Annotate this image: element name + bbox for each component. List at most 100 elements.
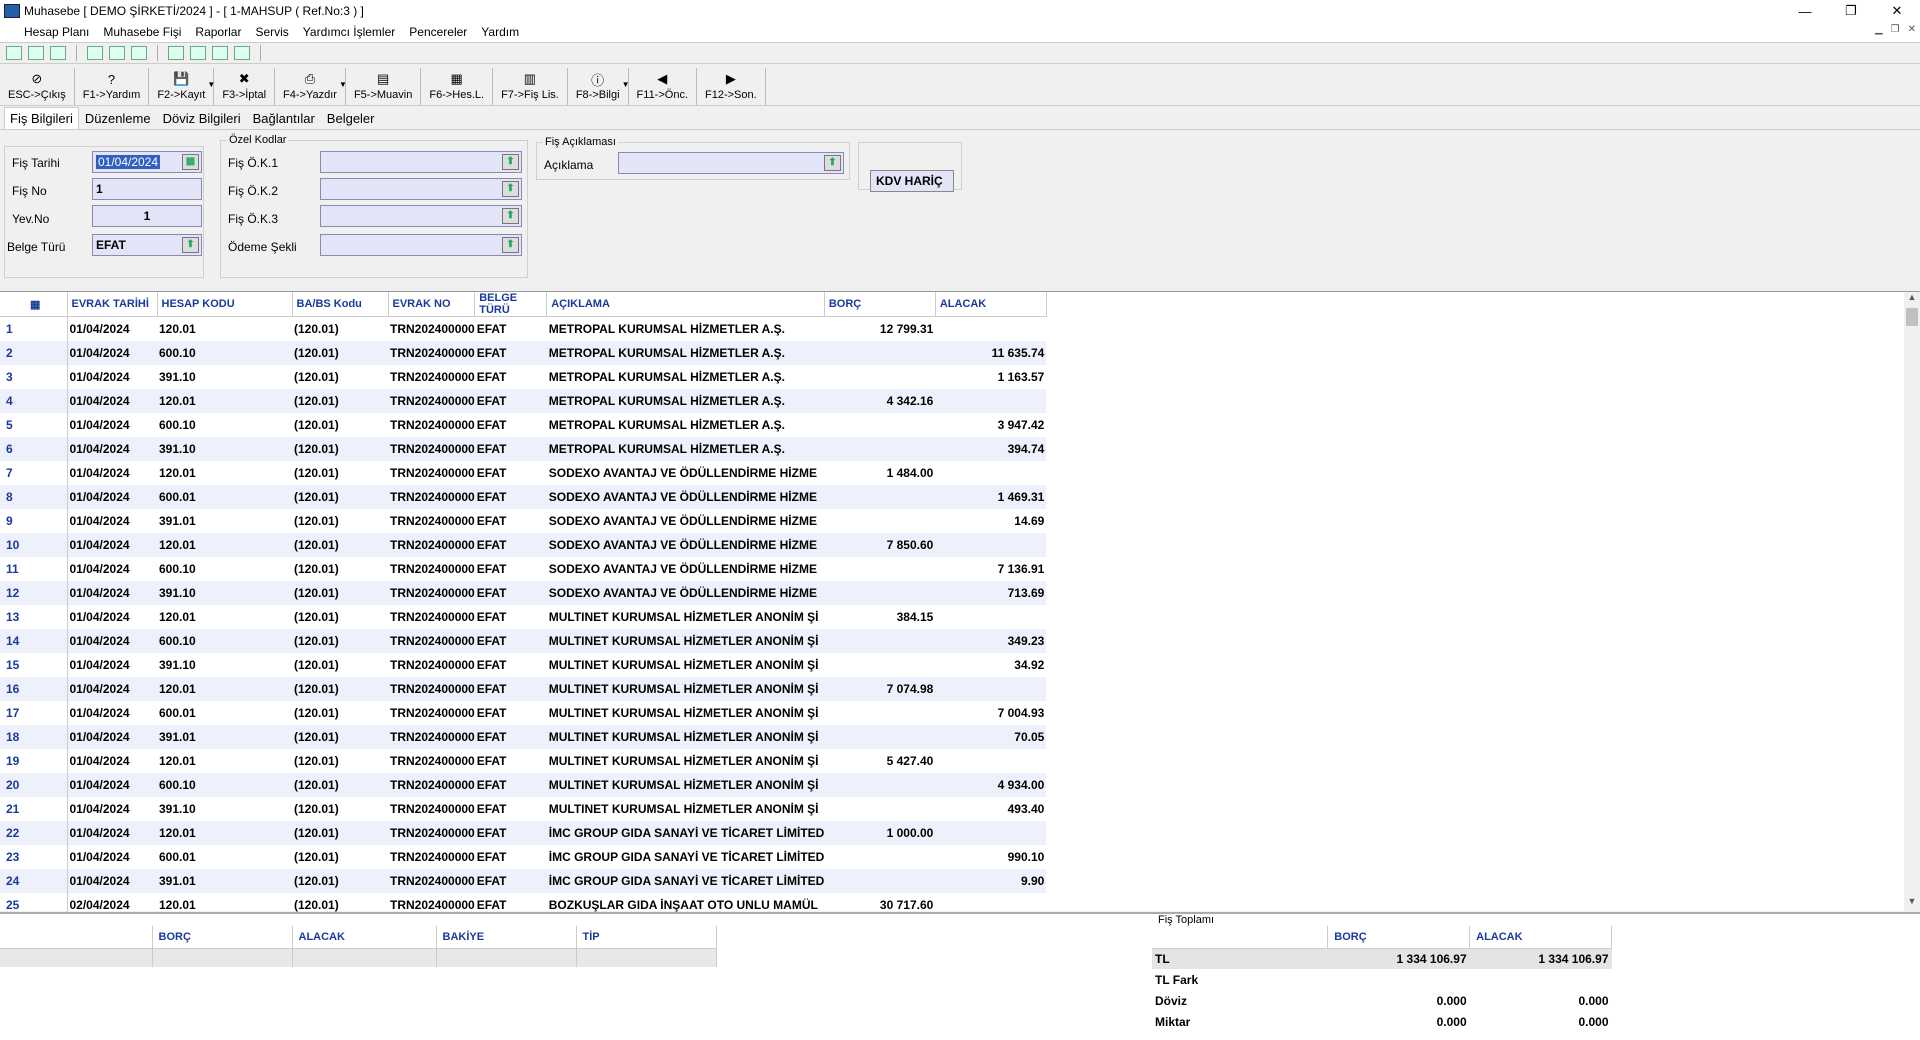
table-cell[interactable]: TRN202400000 <box>388 653 475 677</box>
table-cell[interactable]: 600.10 <box>157 557 292 581</box>
table-cell[interactable]: SODEXO AVANTAJ VE ÖDÜLLENDİRME HİZME <box>546 532 825 557</box>
table-cell[interactable]: (120.01) <box>292 845 388 869</box>
table-cell[interactable]: METROPAL KURUMSAL HİZMETLER A.Ş. <box>547 365 825 389</box>
table-row[interactable]: 8 01/04/2024 600.01 (120.01) TRN202400000 EFA… <box>0 484 1047 509</box>
table-cell[interactable]: TRN202400000 <box>388 317 475 341</box>
menu-muhasebe-fisi[interactable]: Muhasebe Fişi <box>96 25 188 39</box>
table-cell[interactable]: 3 947.42 <box>935 413 1046 437</box>
table-cell[interactable]: EFAT <box>474 676 547 701</box>
table-cell[interactable]: TRN202400000 <box>388 605 475 629</box>
table-row[interactable]: 4 01/04/2024 120.01 (120.01) TRN202400000 EFA… <box>0 388 1047 413</box>
table-row[interactable]: 19 01/04/2024 120.01 (120.01) TRN202400000 EF… <box>0 748 1046 773</box>
table-cell[interactable] <box>824 413 935 437</box>
table-cell[interactable]: 01/04/2024 <box>67 724 157 749</box>
table-cell[interactable] <box>935 749 1046 773</box>
table-cell[interactable] <box>824 701 935 725</box>
table-cell[interactable] <box>824 772 936 797</box>
table-cell[interactable]: 7 850.60 <box>824 532 936 557</box>
tab-duzenleme[interactable]: Düzenleme <box>79 107 157 129</box>
table-cell[interactable]: (120.01) <box>292 317 388 341</box>
table-cell[interactable]: 14.69 <box>935 509 1046 533</box>
table-cell[interactable]: 01/04/2024 <box>67 532 157 557</box>
table-cell[interactable] <box>935 820 1047 845</box>
table-cell[interactable]: 01/04/2024 <box>67 388 157 413</box>
scroll-thumb[interactable] <box>1906 308 1918 326</box>
table-cell[interactable]: 120.01 <box>157 820 292 845</box>
table-cell[interactable]: TRN202400000 <box>388 388 475 413</box>
table-cell[interactable]: (120.01) <box>292 580 388 605</box>
table-cell[interactable]: (120.01) <box>292 605 388 629</box>
table-row[interactable]: 7 01/04/2024 120.01 (120.01) TRN202400000 EFA… <box>0 460 1046 485</box>
fkey-button-5[interactable]: ▤ F5->Muavin <box>346 68 422 105</box>
table-cell[interactable]: TRN202400000 <box>388 557 475 581</box>
menu-yardimci-islemler[interactable]: Yardımcı İşlemler <box>296 25 402 39</box>
table-cell[interactable]: (120.01) <box>292 868 388 893</box>
table-cell[interactable]: MULTINET KURUMSAL HİZMETLER ANONİM Şİ <box>546 676 825 701</box>
table-cell[interactable]: 01/04/2024 <box>67 413 157 437</box>
grid-view-icon[interactable] <box>168 46 184 60</box>
menu-pencereler[interactable]: Pencereler <box>402 25 474 39</box>
table-cell[interactable]: METROPAL KURUMSAL HİZMETLER A.Ş. <box>547 317 825 341</box>
table-cell[interactable]: İMC GROUP GIDA SANAYİ VE TİCARET LİMİTED <box>546 820 825 845</box>
table-cell[interactable] <box>935 461 1046 485</box>
window-layout-icon[interactable] <box>87 46 103 60</box>
table-cell[interactable]: EFAT <box>474 436 547 461</box>
table-cell[interactable]: 493.40 <box>935 797 1046 821</box>
table-cell[interactable]: EFAT <box>474 532 547 557</box>
table-row[interactable]: 2 01/04/2024 600.10 (120.01) TRN202400000 EFA… <box>0 340 1047 365</box>
lookup-icon[interactable]: ⬆ <box>182 237 199 253</box>
table-cell[interactable]: TRN202400000 <box>388 340 475 365</box>
table-cell[interactable]: (120.01) <box>292 628 388 653</box>
table-cell[interactable]: TRN202400000 <box>388 628 475 653</box>
table-cell[interactable]: TRN202400000 <box>388 436 475 461</box>
table-cell[interactable]: TRN202400000 <box>388 509 475 533</box>
table-cell[interactable]: TRN202400000 <box>388 868 475 893</box>
table-cell[interactable]: (120.01) <box>292 749 388 773</box>
table-row[interactable]: 9 01/04/2024 391.01 (120.01) TRN202400000 EFA… <box>0 508 1046 533</box>
grid-corner-icon[interactable]: ▦ <box>0 292 68 317</box>
table-cell[interactable]: TRN202400000 <box>388 749 475 773</box>
lookup-icon[interactable]: ⬆ <box>502 237 519 253</box>
table-row[interactable]: 18 01/04/2024 391.01 (120.01) TRN202400000 EF… <box>0 724 1047 749</box>
table-cell[interactable]: EFAT <box>474 724 547 749</box>
table-row[interactable]: 3 01/04/2024 391.10 (120.01) TRN202400000 EFA… <box>0 364 1046 389</box>
col-babs-kodu[interactable]: BA/BS Kodu <box>292 292 389 317</box>
col-aciklama[interactable]: AÇIKLAMA <box>546 292 825 317</box>
table-cell[interactable]: 990.10 <box>935 845 1046 869</box>
ok3-input[interactable]: ⬆ <box>320 205 522 227</box>
table-cell[interactable]: EFAT <box>475 317 547 341</box>
table-cell[interactable]: (120.01) <box>292 797 388 821</box>
table-cell[interactable]: 01/04/2024 <box>67 676 157 701</box>
table-cell[interactable]: 600.01 <box>157 484 292 509</box>
table-cell[interactable]: (120.01) <box>292 388 388 413</box>
table-cell[interactable]: EFAT <box>475 653 547 677</box>
table-row[interactable]: 13 01/04/2024 120.01 (120.01) TRN202400000 EF… <box>0 604 1046 629</box>
table-cell[interactable]: EFAT <box>475 509 547 533</box>
table-cell[interactable]: TRN202400000 <box>388 724 475 749</box>
table-cell[interactable]: 391.10 <box>157 797 292 821</box>
table-cell[interactable]: SODEXO AVANTAJ VE ÖDÜLLENDİRME HİZME <box>546 580 825 605</box>
table-cell[interactable] <box>824 484 936 509</box>
table-cell[interactable]: 01/04/2024 <box>67 484 157 509</box>
table-cell[interactable]: TRN202400000 <box>388 413 475 437</box>
table-cell[interactable]: MULTINET KURUMSAL HİZMETLER ANONİM Şİ <box>547 701 825 725</box>
table-row[interactable]: 23 01/04/2024 600.01 (120.01) TRN202400000 EF… <box>0 844 1046 869</box>
table-row[interactable]: 20 01/04/2024 600.10 (120.01) TRN202400000 EF… <box>0 772 1047 797</box>
table-cell[interactable] <box>935 605 1046 629</box>
table-cell[interactable]: MULTINET KURUMSAL HİZMETLER ANONİM Şİ <box>547 605 825 629</box>
table-cell[interactable]: MULTINET KURUMSAL HİZMETLER ANONİM Şİ <box>546 772 825 797</box>
table-cell[interactable]: 120.01 <box>157 605 292 629</box>
table-cell[interactable] <box>824 653 935 677</box>
table-cell[interactable]: 391.01 <box>157 724 292 749</box>
col-belge-turu[interactable]: BELGE TÜRÜ <box>474 292 548 317</box>
table-cell[interactable]: METROPAL KURUMSAL HİZMETLER A.Ş. <box>546 388 825 413</box>
table-cell[interactable]: 01/04/2024 <box>67 772 157 797</box>
menu-raporlar[interactable]: Raporlar <box>188 25 248 39</box>
table-cell[interactable]: 7 004.93 <box>935 701 1046 725</box>
grid-view-icon[interactable] <box>212 46 228 60</box>
table-cell[interactable]: TRN202400000 <box>388 845 475 869</box>
lookup-icon[interactable]: ⬆ <box>502 208 519 224</box>
yev-no-input[interactable]: 1 <box>92 205 202 227</box>
table-cell[interactable]: 600.10 <box>157 772 292 797</box>
col-hesap-kodu[interactable]: HESAP KODU <box>157 292 293 317</box>
